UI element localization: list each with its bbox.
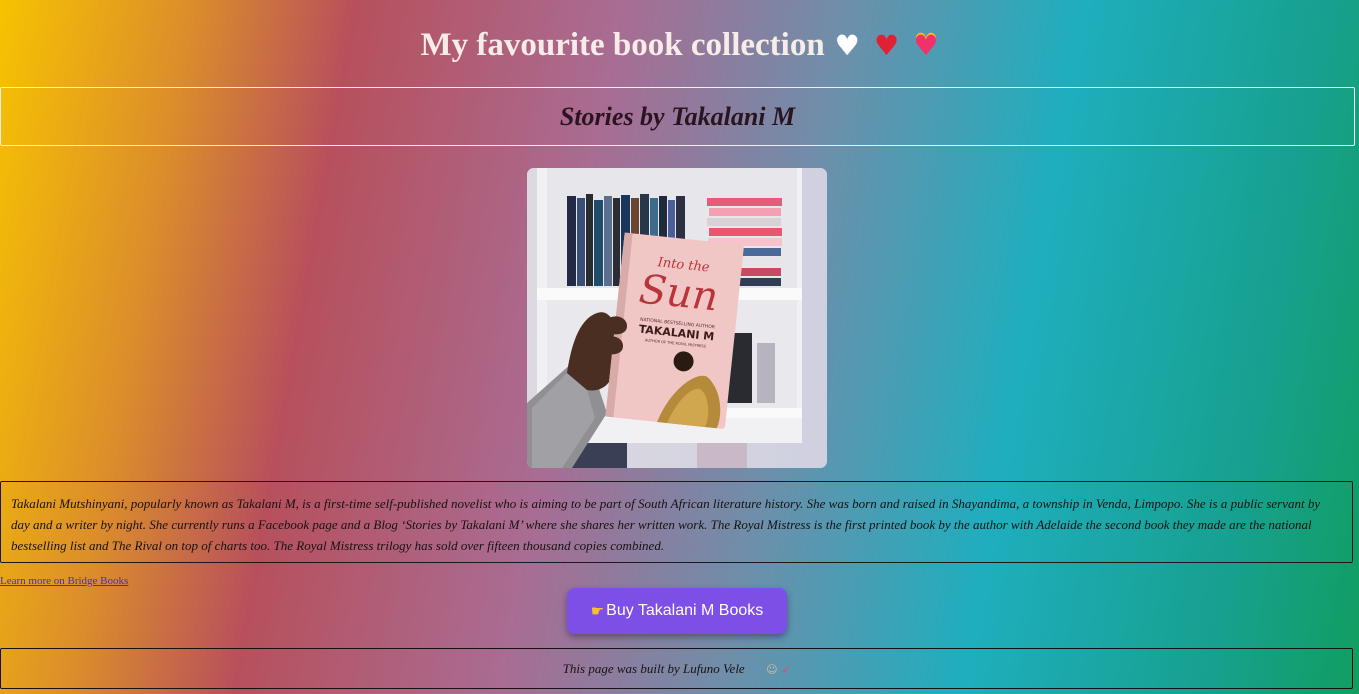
book-cover-title-line2: Sun	[637, 267, 720, 321]
heart-on-fire-icon: ♥	[913, 29, 939, 62]
footer-line: This page was built by Lufuno Vele ▭ ☺ ➶	[1, 649, 1352, 689]
subtitle: Stories by Takalani M	[559, 102, 796, 131]
laptop-icon: ▭	[752, 663, 763, 676]
bio-box: Takalani Mutshinyani, popularly known as…	[0, 481, 1353, 563]
technologist-icon: ☺	[766, 663, 778, 676]
buy-books-label: Buy Takalani M Books	[606, 602, 764, 619]
rocket-icon: ➶	[781, 663, 791, 676]
footer: This page was built by Lufuno Vele ▭ ☺ ➶	[0, 648, 1353, 689]
red-heart-icon: ♥	[874, 29, 900, 62]
subtitle-box: Stories by Takalani M	[0, 87, 1355, 146]
page-title-text: My favourite book collection	[420, 27, 825, 63]
learn-more-link[interactable]: Learn more on Bridge Books	[0, 575, 128, 587]
footer-icons: ▭ ☺ ➶	[749, 663, 791, 676]
buy-books-button[interactable]: ☛ Buy Takalani M Books	[567, 588, 787, 634]
pointing-hand-icon: ☛	[590, 602, 605, 620]
page-title: My favourite book collection ♥ ♥ ♥	[0, 24, 1359, 67]
bio-text: Takalani Mutshinyani, popularly known as…	[11, 496, 1321, 553]
book-photo-illustration: Into the Sun NATIONAL BESTSELLING AUTHOR…	[527, 168, 827, 468]
white-heart-icon: ♥	[834, 29, 860, 62]
hearts-group: ♥ ♥ ♥	[829, 24, 939, 67]
book-photo: Into the Sun NATIONAL BESTSELLING AUTHOR…	[527, 168, 827, 468]
footer-text: This page was built by Lufuno Vele	[562, 661, 745, 676]
